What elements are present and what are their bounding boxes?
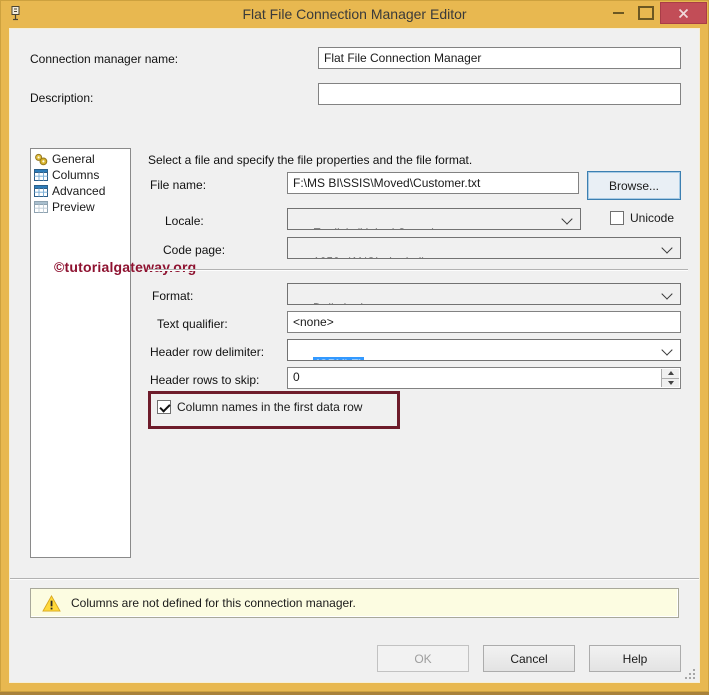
warning-triangle-icon: [42, 594, 61, 612]
header-row-delimiter-dropdown[interactable]: {CR}{LF}: [287, 339, 681, 361]
spinner-control: [661, 369, 679, 387]
nav-item-preview[interactable]: Preview: [31, 199, 130, 215]
header-rows-to-skip-spinbox[interactable]: 0: [287, 367, 681, 389]
column-names-checkbox-label: Column names in the first data row: [177, 400, 363, 414]
format-label: Format:: [152, 289, 194, 303]
format-dropdown[interactable]: Delimited: [287, 283, 681, 305]
help-button[interactable]: Help: [589, 645, 681, 672]
connection-manager-name-label: Connection manager name:: [30, 52, 179, 66]
format-value: Delimited: [313, 301, 363, 304]
unicode-checkbox[interactable]: Unicode: [610, 211, 674, 225]
text-qualifier-input[interactable]: [287, 311, 681, 333]
nav-item-general[interactable]: General: [31, 151, 130, 167]
warning-text: Columns are not defined for this connect…: [71, 596, 356, 610]
column-names-checkbox-box[interactable]: [157, 400, 171, 414]
connection-manager-name-input[interactable]: [318, 47, 681, 69]
footer-separator: [10, 578, 699, 580]
nav-item-columns[interactable]: Columns: [31, 167, 130, 183]
code-page-value: 1252 (ANSI - Latin I): [313, 255, 426, 258]
gears-icon: [35, 153, 48, 165]
ok-button[interactable]: OK: [377, 645, 469, 672]
nav-item-label: Preview: [52, 200, 95, 214]
chevron-down-icon: [661, 242, 673, 254]
close-button[interactable]: [660, 2, 707, 24]
nav-item-label: Columns: [52, 168, 100, 182]
header-row-delimiter-value: {CR}{LF}: [313, 357, 365, 360]
section-separator: [148, 269, 688, 271]
resize-grip[interactable]: [683, 667, 696, 680]
column-names-checkbox[interactable]: Column names in the first data row: [157, 400, 362, 414]
warning-bar: Columns are not defined for this connect…: [30, 588, 679, 618]
cancel-button[interactable]: Cancel: [483, 645, 575, 672]
file-name-label: File name:: [150, 178, 207, 192]
nav-item-label: General: [52, 152, 95, 166]
chevron-down-icon: [561, 213, 573, 225]
code-page-label: Code page:: [163, 243, 226, 257]
locale-dropdown[interactable]: English (United States): [287, 208, 581, 230]
locale-label: Locale:: [165, 214, 204, 228]
minimize-button[interactable]: [604, 2, 632, 24]
spinner-down-button[interactable]: [662, 377, 679, 387]
header-rows-to-skip-value: 0: [293, 370, 300, 384]
spinner-up-button[interactable]: [662, 369, 679, 378]
chevron-down-icon: [661, 288, 673, 300]
locale-value: English (United States): [313, 226, 436, 229]
nav-item-advanced[interactable]: Advanced: [31, 183, 130, 199]
maximize-button[interactable]: [632, 2, 660, 24]
minimize-icon: [612, 12, 624, 14]
table-icon: [34, 169, 48, 181]
header-row-delimiter-label: Header row delimiter:: [150, 345, 265, 359]
pages-listbox: General Columns Advanced Preview: [30, 148, 131, 558]
description-label: Description:: [30, 91, 94, 105]
browse-button[interactable]: Browse...: [587, 171, 681, 200]
header-rows-to-skip-label: Header rows to skip:: [150, 373, 260, 387]
code-page-dropdown[interactable]: 1252 (ANSI - Latin I): [287, 237, 681, 259]
text-qualifier-label: Text qualifier:: [157, 317, 228, 331]
table-muted-icon: [34, 201, 48, 213]
unicode-checkbox-label: Unicode: [630, 211, 675, 225]
description-input[interactable]: [318, 83, 681, 105]
tutorialgateway-watermark: ©tutorialgateway.org: [54, 259, 197, 275]
table-icon: [34, 185, 48, 197]
maximize-icon: [638, 6, 654, 20]
titlebar: Flat File Connection Manager Editor: [0, 0, 709, 28]
chevron-down-icon: [661, 344, 673, 356]
pane-intro-text: Select a file and specify the file prope…: [148, 153, 473, 167]
file-name-input[interactable]: [287, 172, 579, 194]
nav-item-label: Advanced: [52, 184, 106, 198]
flat-file-connection-manager-editor-window: Flat File Connection Manager Editor Conn…: [0, 0, 709, 692]
close-icon: [678, 8, 689, 18]
window-title: Flat File Connection Manager Editor: [242, 6, 467, 22]
unicode-checkbox-box[interactable]: [610, 211, 624, 225]
dialog-body: Connection manager name: Description: Ge…: [9, 28, 700, 683]
